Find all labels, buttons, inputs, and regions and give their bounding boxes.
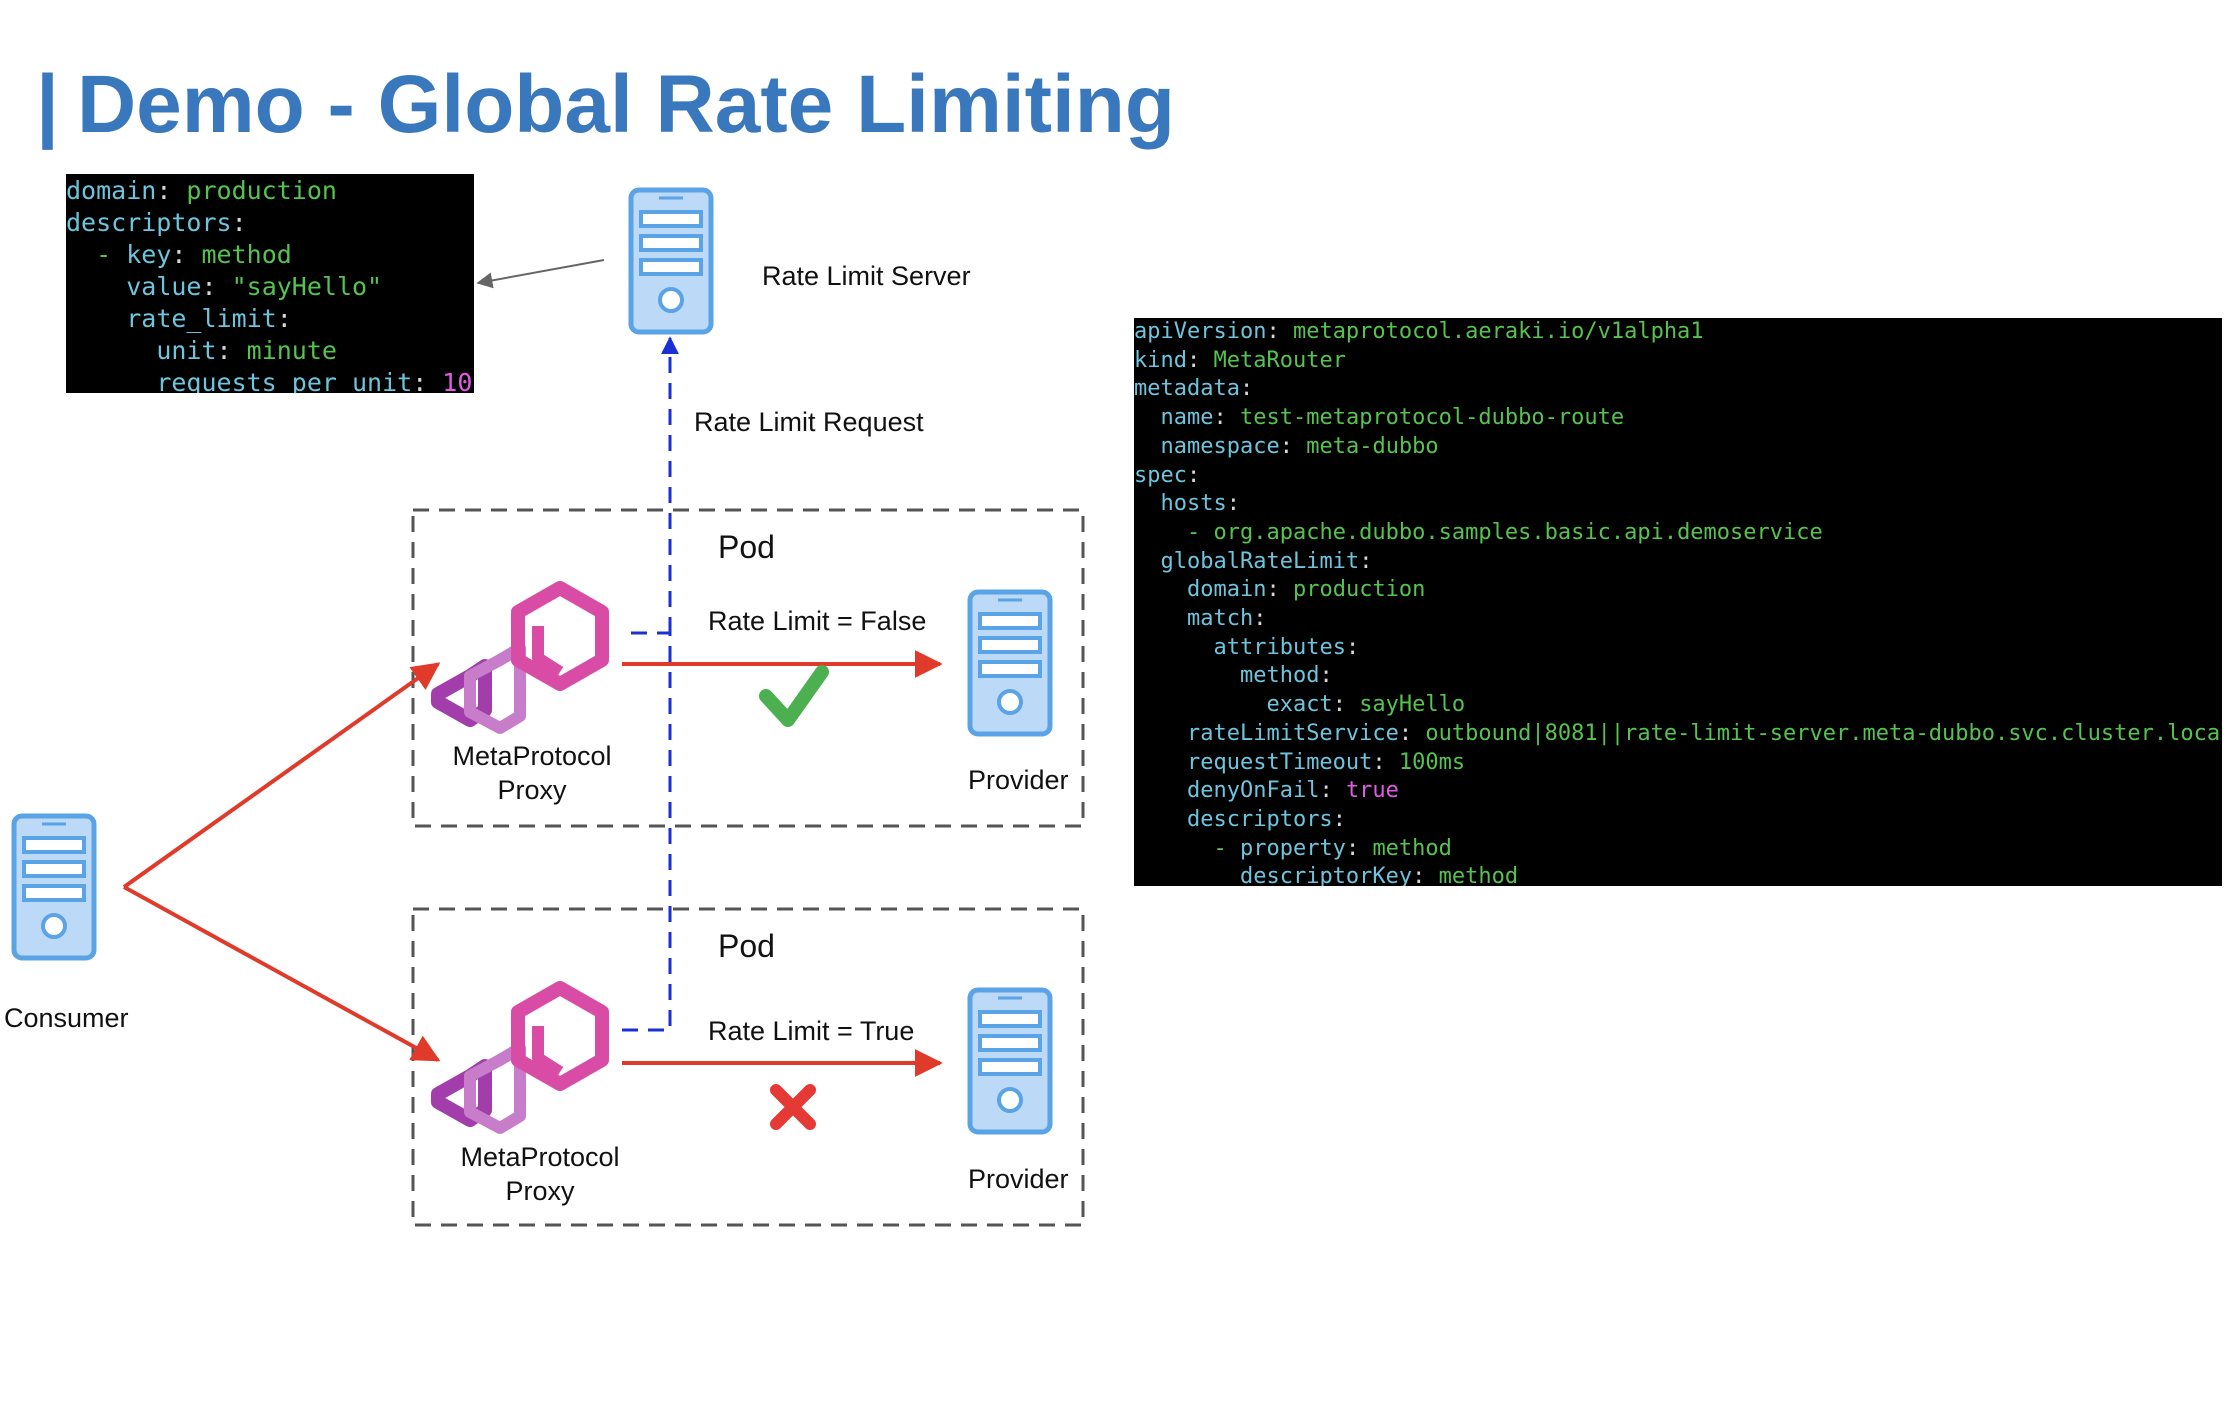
consumer-label: Consumer xyxy=(4,1003,129,1033)
provider-top-icon xyxy=(970,592,1050,734)
rate-limit-true-label: Rate Limit = True xyxy=(708,1016,915,1046)
provider-bottom-label: Provider xyxy=(968,1164,1069,1194)
diagram-canvas xyxy=(0,0,1085,1227)
config-link-arrow xyxy=(476,259,605,289)
pod-top-label: Pod xyxy=(718,529,775,565)
proxy-bottom-label: MetaProtocol Proxy xyxy=(440,1141,640,1209)
metaprotocol-proxy-top-icon xyxy=(438,588,602,728)
provider-top-label: Provider xyxy=(968,765,1069,795)
rate-limit-server-label: Rate Limit Server xyxy=(762,261,971,291)
proxy-bottom-label-line1: MetaProtocol xyxy=(460,1142,620,1172)
allowed-check-icon xyxy=(759,665,829,727)
proxy-bottom-label-line2: Proxy xyxy=(505,1175,575,1206)
metaprotocol-proxy-bottom-icon xyxy=(438,988,602,1128)
proxy-top-label-line2: Proxy xyxy=(497,774,567,805)
rate-limit-false-label: Rate Limit = False xyxy=(708,606,927,636)
rate-limit-request-label: Rate Limit Request xyxy=(694,407,924,437)
proxy-top-label-line1: MetaProtocol xyxy=(452,741,612,771)
rate-limit-dashed-connector xyxy=(622,631,672,1032)
consumer-to-proxy-top-arrow xyxy=(122,662,441,889)
consumer-to-proxy-bottom-arrow xyxy=(123,885,441,1062)
consumer-server-icon xyxy=(14,816,94,958)
provider-bottom-icon xyxy=(970,990,1050,1132)
proxy-top-label: MetaProtocol Proxy xyxy=(432,740,632,808)
pod-bottom-label: Pod xyxy=(718,928,775,964)
denied-cross-icon xyxy=(770,1084,816,1130)
rate-limit-server-icon xyxy=(631,190,711,332)
